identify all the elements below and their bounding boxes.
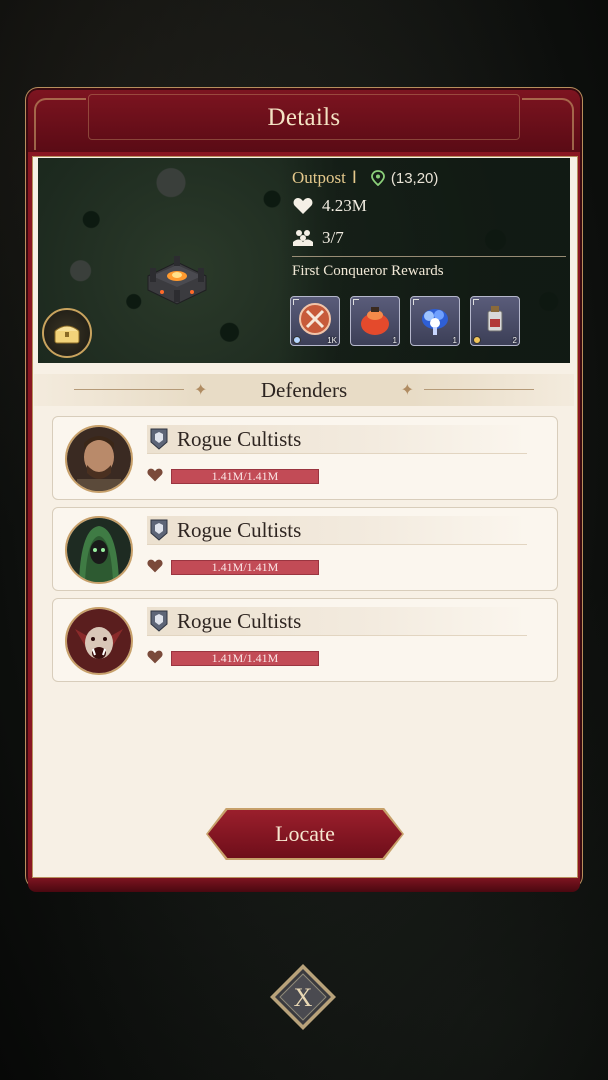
reward-item[interactable]: 1	[350, 296, 400, 346]
defender-card[interactable]: Rogue Cultists 1.41M/1.41M	[52, 507, 558, 591]
heart-icon	[147, 650, 163, 664]
defender-hp-bar: 1.41M/1.41M	[171, 651, 319, 666]
defenders-title: Defenders	[260, 377, 348, 402]
close-button[interactable]: X	[268, 962, 338, 1032]
defender-hp-text: 1.41M/1.41M	[211, 651, 279, 665]
troop-slots: 3/7	[322, 228, 344, 247]
divider-line-right	[424, 389, 534, 390]
defender-card[interactable]: Rogue Cultists 1.41M/1.41M	[52, 598, 558, 682]
reward-item[interactable]: 1K	[290, 296, 340, 346]
dialog-title: Details	[267, 104, 341, 131]
sparkle-right-icon: ✦	[400, 382, 414, 399]
reward-corner	[293, 299, 299, 305]
reward-item[interactable]: 1	[410, 296, 460, 346]
reward-qty: 1K	[327, 336, 337, 345]
defenders-header: ✦ Defenders ✦	[34, 374, 574, 406]
defender-name: Rogue Cultists	[177, 427, 302, 451]
location-pin-icon[interactable]	[370, 170, 385, 186]
troops-icon	[292, 227, 314, 249]
outpost-coordinates[interactable]: (13,20)	[391, 170, 439, 187]
outpost-hp: 4.23M	[322, 196, 367, 215]
heart-icon	[147, 468, 163, 482]
defender-card[interactable]: Rogue Cultists 1.41M/1.41M	[52, 416, 558, 500]
locate-button[interactable]: Locate	[208, 810, 402, 858]
reward-qty: 2	[512, 336, 517, 345]
dialog-bottom-trim	[28, 878, 580, 892]
rank-shield-icon	[150, 610, 168, 632]
outpost-name: Outpost	[292, 168, 346, 187]
defender-hp-text: 1.41M/1.41M	[211, 469, 279, 483]
divider-line-left	[74, 389, 184, 390]
outpost-title-row: Outpost Ⅰ (13,20)	[292, 166, 566, 190]
details-dialog: Details Outpost Ⅰ (13,20) 4.23M 3/7 Firs…	[28, 84, 580, 892]
outpost-banner: Outpost Ⅰ (13,20) 4.23M 3/7 First Conque…	[38, 158, 570, 363]
defender-hp-text: 1.41M/1.41M	[211, 560, 279, 574]
quality-gem-icon	[293, 336, 301, 344]
troops-row: 3/7	[292, 222, 566, 254]
defender-name-bar: Rogue Cultists	[147, 425, 527, 454]
defender-hp-bar: 1.41M/1.41M	[171, 560, 319, 575]
quality-gem-icon	[473, 336, 481, 344]
reward-qty: 1	[452, 336, 457, 345]
defender-name-bar: Rogue Cultists	[147, 516, 527, 545]
outpost-info: Outpost Ⅰ (13,20) 4.23M 3/7 First Conque…	[292, 166, 566, 280]
rewards-title: First Conqueror Rewards	[292, 263, 444, 279]
outpost-building-icon[interactable]	[142, 246, 212, 306]
reward-list: 1K 1 1 2	[290, 296, 520, 346]
heart-icon	[147, 559, 163, 573]
defender-avatar	[65, 425, 133, 493]
hp-row: 4.23M	[292, 190, 566, 222]
reward-qty: 1	[392, 336, 397, 345]
treasure-chest-button[interactable]	[42, 308, 92, 358]
reward-item[interactable]: 2	[470, 296, 520, 346]
outpost-level: Ⅰ	[351, 168, 357, 187]
defender-name: Rogue Cultists	[177, 609, 302, 633]
defender-avatar	[65, 516, 133, 584]
defender-name-bar: Rogue Cultists	[147, 607, 527, 636]
info-divider	[292, 256, 566, 257]
rank-shield-icon	[150, 519, 168, 541]
reward-corner	[413, 299, 419, 305]
rank-shield-icon	[150, 428, 168, 450]
sparkle-left-icon: ✦	[194, 382, 208, 399]
dialog-header: Details	[28, 90, 580, 152]
heart-icon	[292, 195, 314, 217]
locate-label: Locate	[275, 821, 335, 846]
defender-name: Rogue Cultists	[177, 518, 302, 542]
defender-avatar	[65, 607, 133, 675]
reward-corner	[473, 299, 479, 305]
treasure-chest-icon	[54, 325, 80, 344]
reward-corner	[353, 299, 359, 305]
close-label: X	[294, 983, 313, 1012]
defender-hp-bar: 1.41M/1.41M	[171, 469, 319, 484]
